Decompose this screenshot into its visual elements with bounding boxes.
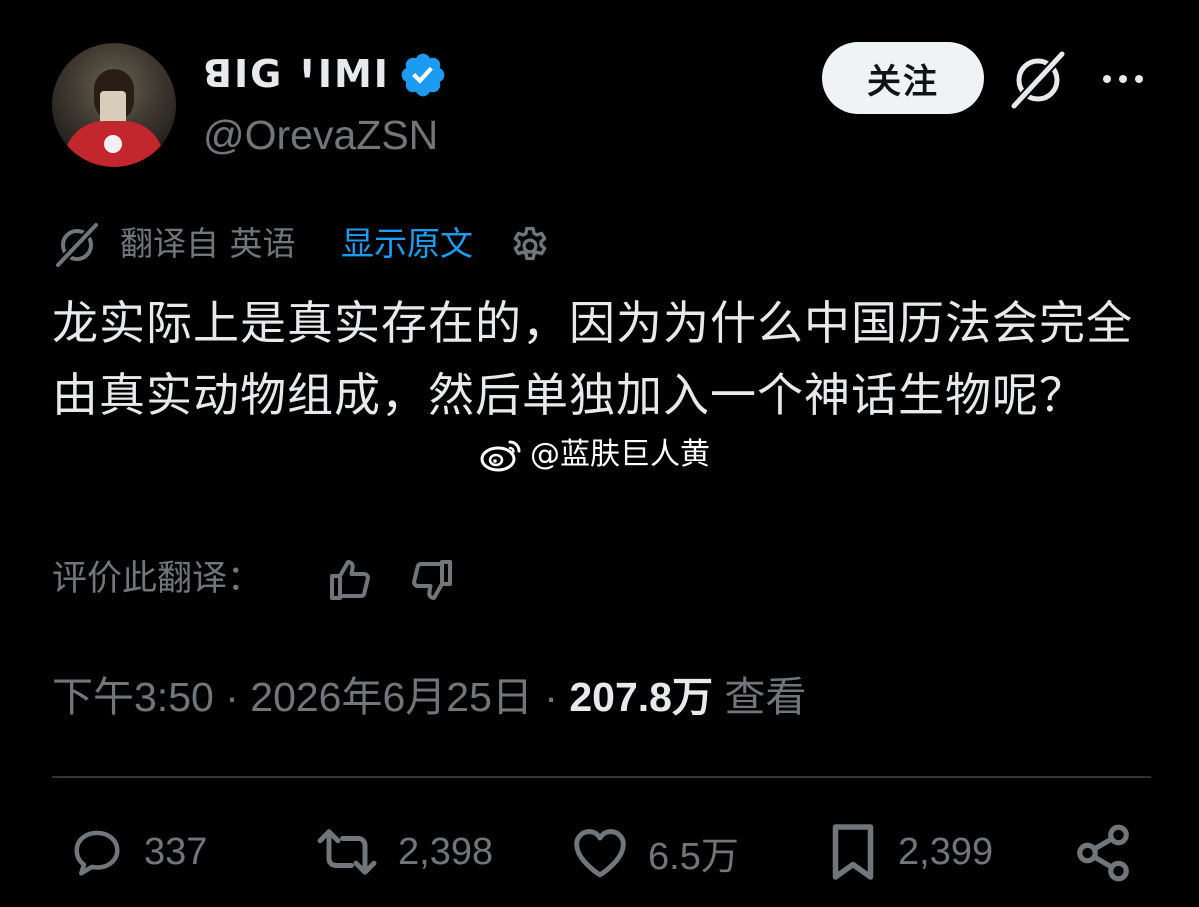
watermark-text: @蓝肤巨人黄 xyxy=(530,437,710,472)
display-name[interactable]: ꓭIG ꞋIMI xyxy=(203,52,390,96)
translated-from-label: 翻译自 英语 xyxy=(120,224,296,263)
avatar-phone xyxy=(100,91,126,125)
repost-icon xyxy=(317,829,377,875)
avatar-jersey-crest xyxy=(104,135,122,153)
more-icon[interactable] xyxy=(1100,66,1146,92)
avatar[interactable] xyxy=(52,43,176,167)
like-button[interactable]: 6.5万 xyxy=(570,820,739,884)
weibo-icon xyxy=(480,440,521,472)
gear-icon[interactable] xyxy=(507,224,553,268)
share-icon[interactable] xyxy=(1072,822,1134,884)
views-count: 207.8万 xyxy=(569,674,713,720)
views-label: 查看 xyxy=(724,674,807,720)
show-original-link[interactable]: 显示原文 xyxy=(341,222,473,266)
meta-separator: · xyxy=(225,674,251,720)
thumbs-down-icon[interactable] xyxy=(408,556,456,604)
tweet-meta: 下午3:50 · 2026年6月25日 · 207.8万 查看 xyxy=(52,670,806,724)
user-handle[interactable]: @OrevaZSN xyxy=(203,112,438,158)
like-count: 6.5万 xyxy=(648,835,739,878)
tweet-time[interactable]: 下午3:50 xyxy=(52,674,214,720)
weibo-watermark: @蓝肤巨人黄 xyxy=(480,435,710,475)
reply-count: 337 xyxy=(144,830,208,873)
grok-translate-icon xyxy=(56,223,98,267)
tweet-date[interactable]: 2026年6月25日 xyxy=(250,674,533,720)
bookmark-button[interactable]: 2,399 xyxy=(826,820,993,884)
follow-button[interactable]: 关注 xyxy=(822,42,984,114)
thumbs-up-icon[interactable] xyxy=(326,556,374,604)
bookmark-count: 2,399 xyxy=(898,830,994,873)
meta-separator: · xyxy=(544,674,570,720)
rate-translation-label: 评价此翻译： xyxy=(52,559,263,599)
divider xyxy=(52,776,1151,778)
grok-icon[interactable] xyxy=(1006,50,1070,110)
tweet-text: 龙实际上是真实存在的，因为为什么中国历法会完全由真实动物组成，然后单独加入一个神… xyxy=(52,296,1133,422)
reply-button[interactable]: 337 xyxy=(68,820,207,884)
reply-icon xyxy=(74,830,120,876)
bookmark-icon xyxy=(832,824,874,880)
repost-count: 2,398 xyxy=(398,830,494,873)
heart-icon xyxy=(574,829,626,878)
repost-button[interactable]: 2,398 xyxy=(314,820,493,884)
verified-badge-icon[interactable] xyxy=(398,50,448,100)
